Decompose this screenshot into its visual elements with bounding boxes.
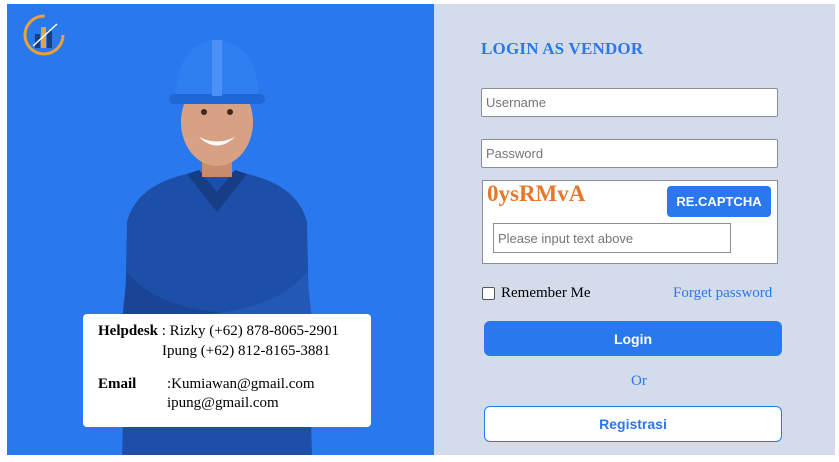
- password-input[interactable]: [481, 139, 778, 168]
- helpdesk-card: Helpdesk : Rizky (+62) 878-8065-2901 Ipu…: [83, 314, 371, 427]
- email-row-1: Email: [98, 376, 136, 393]
- recaptcha-button[interactable]: RE.CAPTCHA: [667, 186, 771, 217]
- remember-checkbox[interactable]: [482, 287, 495, 301]
- username-input[interactable]: [481, 88, 778, 117]
- helpdesk-contact-1: : Rizky (+62) 878-8065-2901: [161, 323, 339, 339]
- remember-me[interactable]: Remember Me: [482, 285, 591, 302]
- login-button[interactable]: Login: [484, 321, 782, 356]
- login-panel: LOGIN AS VENDOR 0ysRMvA RE.CAPTCHA Remem…: [434, 4, 835, 455]
- captcha-box: 0ysRMvA RE.CAPTCHA: [482, 180, 778, 264]
- captcha-code: 0ysRMvA: [487, 181, 586, 206]
- forgot-password-link[interactable]: Forget password: [673, 285, 772, 302]
- hero-panel: Helpdesk : Rizky (+62) 878-8065-2901 Ipu…: [7, 4, 434, 455]
- login-title: LOGIN AS VENDOR: [481, 39, 644, 58]
- helpdesk-label: Helpdesk: [98, 323, 159, 339]
- helpdesk-row-1: Helpdesk : Rizky (+62) 878-8065-2901: [98, 323, 339, 340]
- email-contact-2: ipung@gmail.com: [167, 395, 279, 411]
- remember-label: Remember Me: [501, 285, 591, 301]
- helpdesk-contact-2: Ipung (+62) 812-8165-3881: [162, 343, 331, 359]
- email-contact-1: :Kumiawan@gmail.com: [167, 376, 315, 392]
- captcha-input[interactable]: [493, 223, 731, 253]
- building-logo-icon: [23, 14, 65, 56]
- email-label: Email: [98, 376, 137, 392]
- or-separator: Or: [631, 373, 647, 389]
- register-button[interactable]: Registrasi: [484, 406, 782, 442]
